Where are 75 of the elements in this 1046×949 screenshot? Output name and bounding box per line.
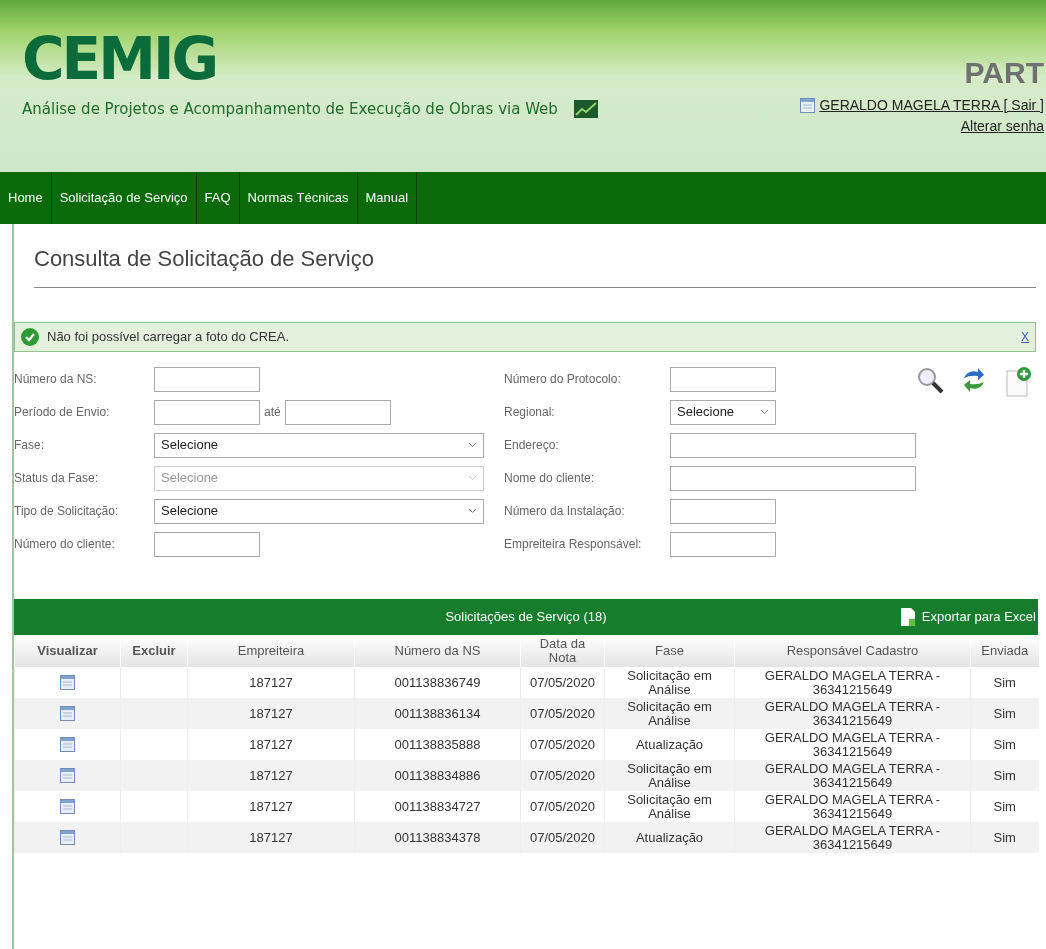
nav-item[interactable]: Normas Técnicas (239, 172, 358, 224)
input-field[interactable] (154, 399, 260, 425)
input-field[interactable] (670, 531, 776, 557)
table-cell: 001138834886 (354, 760, 521, 791)
table-cell: GERALDO MAGELA TERRA - 36341215649 (734, 760, 971, 791)
close-link[interactable]: X (1021, 328, 1029, 346)
chart-icon (573, 100, 598, 119)
view-icon[interactable] (60, 768, 75, 784)
input-field[interactable] (670, 432, 916, 458)
field-label: Tipo de Solicitação: (14, 503, 120, 520)
chevron-icon (468, 508, 477, 514)
field-label: Empreiteira Responsável: (504, 536, 643, 553)
calendar-icon (800, 98, 816, 113)
field-label: Número do cliente: (14, 536, 116, 553)
change-password-link[interactable]: Alterar senha (800, 116, 1044, 137)
nav-item[interactable]: Home (0, 172, 52, 224)
table-cell: 001138834378 (354, 822, 521, 853)
page-title: Consulta de Solicitação de Serviço (34, 242, 1036, 288)
table-cell: Sim (970, 822, 1039, 853)
table-cell: 07/05/2020 (520, 822, 605, 853)
view-icon[interactable] (60, 737, 75, 753)
select-field[interactable]: Selecione (670, 399, 776, 425)
table-cell: Sim (970, 698, 1039, 729)
check-icon (21, 328, 39, 346)
product-name: PART (963, 55, 1044, 91)
subtitle: Análise de Projetos e Acompanhamento de Execução de Obras via Web (22, 99, 558, 120)
table-cell: Atualização (604, 822, 735, 853)
table-cell: 187127 (187, 698, 355, 729)
table-title: Solicitações de Serviço (18) (445, 608, 607, 627)
input-field[interactable] (154, 531, 260, 557)
table-cell: Solicitação em Análise (604, 760, 735, 791)
view-icon[interactable] (60, 830, 75, 846)
chevron-icon (468, 442, 477, 448)
input-field[interactable] (670, 366, 776, 392)
field-label: Número da NS: (14, 371, 98, 388)
field-label: Endereço: (504, 437, 560, 454)
select-field[interactable]: Selecione (154, 498, 484, 524)
table-cell: 187127 (187, 760, 355, 791)
chevron-icon (760, 409, 769, 415)
field-label: Status da Fase: (14, 470, 100, 487)
input-field[interactable] (154, 366, 260, 392)
field-label: Fase: (14, 437, 45, 454)
user-link[interactable]: GERALDO MAGELA TERRA [ Sair ] (819, 95, 1044, 116)
table-cell: GERALDO MAGELA TERRA - 36341215649 (734, 698, 971, 729)
search-icon[interactable] (916, 366, 944, 394)
view-icon[interactable] (60, 675, 75, 691)
view-icon[interactable] (60, 799, 75, 815)
nav-item[interactable]: FAQ (196, 172, 240, 224)
table-cell: Sim (970, 760, 1039, 791)
input-field[interactable] (670, 498, 776, 524)
new-document-icon[interactable] (1004, 366, 1032, 398)
field-label: até (264, 404, 281, 421)
field-label: Regional: (504, 404, 556, 421)
table-cell: GERALDO MAGELA TERRA - 36341215649 (734, 822, 971, 853)
input-field[interactable] (670, 465, 916, 491)
input-field[interactable] (284, 399, 391, 425)
select-field: Selecione (154, 465, 484, 491)
alert-message: Não foi possível carregar a foto do CREA. (47, 328, 290, 347)
nav-item[interactable]: Manual (357, 172, 418, 224)
field-label: Período de Envio: (14, 404, 111, 421)
view-icon[interactable] (60, 706, 75, 722)
document-icon (899, 607, 916, 627)
logo: CEMIG (22, 30, 217, 88)
table-cell: 187127 (187, 822, 355, 853)
table-cell: Solicitação em Análise (604, 698, 735, 729)
nav-item[interactable]: Solicitação de Serviço (51, 172, 197, 224)
chevron-icon (468, 475, 477, 481)
select-field[interactable]: Selecione (154, 432, 484, 458)
field-label: Número do Protocolo: (504, 371, 622, 388)
field-label: Número da Instalação: (504, 503, 626, 520)
table-cell: 001138836134 (354, 698, 521, 729)
table-cell: 07/05/2020 (520, 698, 605, 729)
table-cell: 07/05/2020 (520, 760, 605, 791)
field-label: Nome do cliente: (504, 470, 596, 487)
export-button[interactable]: Exportar para Excel (899, 607, 1036, 627)
